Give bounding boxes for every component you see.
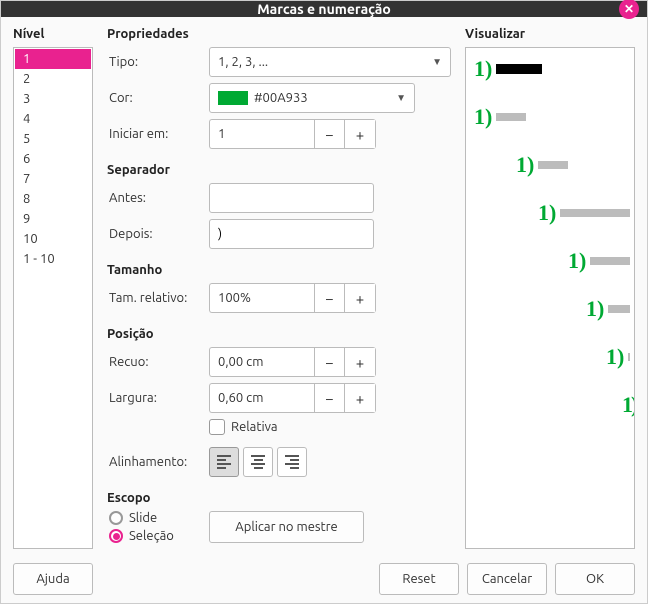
align-left-button[interactable] [209, 447, 239, 477]
color-label: Cor: [107, 91, 209, 105]
rel-size-value[interactable]: 100% [209, 283, 314, 313]
apply-master-button[interactable]: Aplicar no mestre [209, 511, 364, 543]
level-item-1-10[interactable]: 1 - 10 [15, 249, 91, 269]
level-item-3[interactable]: 3 [15, 89, 91, 109]
separator-header: Separador [107, 163, 451, 177]
properties-header: Propriedades [107, 27, 451, 41]
dialog-content: Nível 1 2 3 4 5 6 7 8 9 10 1 - 10 Propri… [1, 17, 647, 555]
level-item-8[interactable]: 8 [15, 189, 91, 209]
align-left-icon [217, 455, 231, 469]
position-header: Posição [107, 327, 451, 341]
level-item-9[interactable]: 9 [15, 209, 91, 229]
rel-size-label: Tam. relativo: [107, 291, 209, 305]
dialog-title: Marcas e numeração [257, 1, 391, 17]
width-increment[interactable]: + [345, 384, 375, 412]
preview-column: Visualizar 1) 1) 1) 1) 1) 1) 1) 1) [465, 27, 635, 549]
align-center-icon [251, 455, 265, 469]
start-at-spinner[interactable]: 1 − + [209, 119, 376, 149]
type-select[interactable]: 1, 2, 3, ... ▼ [209, 47, 451, 77]
color-swatch [218, 91, 248, 105]
level-item-10[interactable]: 10 [15, 229, 91, 249]
preview-box: 1) 1) 1) 1) 1) 1) 1) 1) [465, 47, 635, 549]
after-input[interactable] [209, 219, 374, 249]
indent-increment[interactable]: + [345, 348, 375, 376]
type-label: Tipo: [107, 55, 209, 69]
cancel-button[interactable]: Cancelar [467, 563, 547, 595]
width-value[interactable]: 0,60 cm [209, 383, 314, 413]
width-spinner[interactable]: 0,60 cm − + [209, 383, 376, 413]
dialog-window: Marcas e numeração ✕ Nível 1 2 3 4 5 6 7… [0, 0, 648, 604]
start-decrement[interactable]: − [315, 120, 345, 148]
level-item-2[interactable]: 2 [15, 69, 91, 89]
preview-header: Visualizar [465, 27, 635, 41]
close-icon: ✕ [624, 2, 634, 16]
level-column: Nível 1 2 3 4 5 6 7 8 9 10 1 - 10 [13, 27, 93, 549]
titlebar: Marcas e numeração ✕ [1, 1, 647, 17]
level-list[interactable]: 1 2 3 4 5 6 7 8 9 10 1 - 10 [13, 47, 93, 549]
align-right-button[interactable] [277, 447, 307, 477]
alignment-label: Alinhamento: [107, 455, 209, 469]
level-header: Nível [13, 27, 93, 41]
level-item-5[interactable]: 5 [15, 129, 91, 149]
scope-selection-radio[interactable]: Seleção [109, 529, 209, 543]
before-input[interactable] [209, 183, 374, 213]
indent-value[interactable]: 0,00 cm [209, 347, 314, 377]
width-label: Largura: [107, 391, 209, 405]
start-at-label: Iniciar em: [107, 127, 209, 141]
level-item-7[interactable]: 7 [15, 169, 91, 189]
type-value: 1, 2, 3, ... [218, 55, 268, 69]
indent-label: Recuo: [107, 355, 209, 369]
scope-selection-label: Seleção [129, 529, 174, 543]
scope-header: Escopo [107, 491, 451, 505]
level-item-4[interactable]: 4 [15, 109, 91, 129]
relative-label: Relativa [231, 420, 278, 434]
rel-size-spinner[interactable]: 100% − + [209, 283, 376, 313]
rel-size-decrement[interactable]: − [315, 284, 345, 312]
scope-slide-radio[interactable]: Slide [109, 511, 209, 525]
indent-spinner[interactable]: 0,00 cm − + [209, 347, 376, 377]
reset-button[interactable]: Reset [379, 563, 459, 595]
color-select[interactable]: #00A933 ▼ [209, 83, 415, 113]
checkbox-icon [209, 419, 225, 435]
rel-size-increment[interactable]: + [345, 284, 375, 312]
level-item-6[interactable]: 6 [15, 149, 91, 169]
relative-checkbox[interactable]: Relativa [209, 419, 278, 435]
start-increment[interactable]: + [345, 120, 375, 148]
width-decrement[interactable]: − [315, 384, 345, 412]
indent-decrement[interactable]: − [315, 348, 345, 376]
scope-slide-label: Slide [129, 511, 157, 525]
ok-button[interactable]: OK [555, 563, 635, 595]
start-at-value[interactable]: 1 [209, 119, 314, 149]
before-label: Antes: [107, 191, 209, 205]
properties-column: Propriedades Tipo: 1, 2, 3, ... ▼ Cor: [107, 27, 451, 549]
close-button[interactable]: ✕ [619, 0, 639, 19]
dropdown-icon: ▼ [396, 92, 406, 104]
size-header: Tamanho [107, 263, 451, 277]
dropdown-icon: ▼ [432, 56, 442, 68]
color-value: #00A933 [254, 91, 308, 105]
level-item-1[interactable]: 1 [15, 49, 91, 69]
dialog-footer: Ajuda Reset Cancelar OK [1, 555, 647, 605]
after-label: Depois: [107, 227, 209, 241]
help-button[interactable]: Ajuda [13, 563, 93, 595]
align-right-icon [285, 455, 299, 469]
align-center-button[interactable] [243, 447, 273, 477]
